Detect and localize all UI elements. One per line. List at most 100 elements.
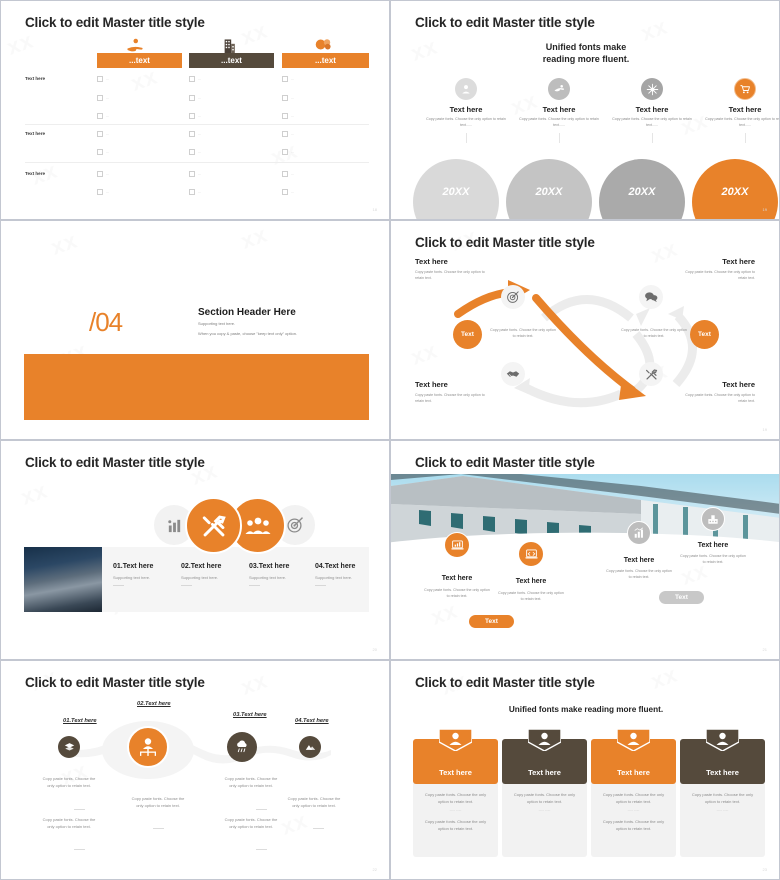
timeline-item-3[interactable]: Text here Copy paste fonts. Choose the o… xyxy=(606,78,698,143)
row-divider xyxy=(25,124,369,125)
content-cell-4[interactable]: 04.Text here Supporting text here. xyxy=(315,563,382,586)
page-title: Click to edit Master title style xyxy=(25,455,205,470)
content-cell-1[interactable]: 01.Text here Supporting text here. xyxy=(113,563,180,586)
checkbox[interactable] xyxy=(189,131,195,137)
tools-icon xyxy=(639,362,663,386)
checkbox[interactable] xyxy=(97,189,103,195)
person-icon xyxy=(438,728,473,752)
checkbox[interactable] xyxy=(97,76,103,82)
card-2-body-1: Copy paste fonts. Choose the only option… xyxy=(513,792,576,804)
person-icon xyxy=(616,728,651,752)
item-heading: Text here xyxy=(635,105,669,114)
pill-button-gray[interactable]: Text xyxy=(659,591,704,604)
bar-chart-icon xyxy=(627,521,651,545)
item-body: Copy paste fonts. Choose the only option… xyxy=(519,117,599,127)
cell-text: ... xyxy=(291,131,295,136)
checkbox[interactable] xyxy=(282,149,288,155)
cell-text: ... xyxy=(198,189,202,194)
checkbox[interactable] xyxy=(189,95,195,101)
column-header-1[interactable]: ...text xyxy=(97,53,182,68)
node-divider xyxy=(74,809,85,810)
slide-thumbnail-building-photo[interactable]: xxxx xx Click to edit Master title style xyxy=(390,440,780,660)
layers-icon xyxy=(58,736,80,758)
slide-thumbnail-checklist-table[interactable]: xxxx xxxx xx Click to edit Master title … xyxy=(0,0,390,220)
slide-thumbnail-chain[interactable]: xx xx xx xx Click to edit Master title sty… xyxy=(0,660,390,880)
year-arc-1[interactable]: 20XX xyxy=(413,159,499,219)
timeline-item-4[interactable]: Text here Copy paste fonts. Choose the o… xyxy=(699,78,779,143)
checkbox[interactable] xyxy=(189,189,195,195)
text-bubble-right[interactable]: Text xyxy=(690,320,719,349)
timeline-item-2[interactable]: Text here Copy paste fonts. Choose the o… xyxy=(513,78,605,143)
node-heading-4: 04.Text here xyxy=(295,718,329,724)
checkbox[interactable] xyxy=(282,76,288,82)
year-label: 20XX xyxy=(628,186,656,198)
middle-body-2: Copy paste fonts. Choose the only option… xyxy=(621,328,687,339)
slide-thumbnail-cards[interactable]: xxxx xxxx Click to edit Master title sty… xyxy=(390,660,780,880)
slide-thumbnail-four-items[interactable]: xxxx xxxx Click to edit Master title sty… xyxy=(0,440,390,660)
node-body-4a: Copy paste fonts. Choose the only option… xyxy=(287,796,341,808)
slide-thumbnail-section-header[interactable]: xxxx xxxx /04 Section Header Here Suppor… xyxy=(0,220,390,440)
slide-thumbnail-timeline-arcs[interactable]: xx xx xx xx Click to edit Master title sty… xyxy=(390,0,780,220)
cell-text: ... xyxy=(106,113,110,118)
checkbox[interactable] xyxy=(189,171,195,177)
column-header-2[interactable]: ...text xyxy=(189,53,274,68)
node-heading-2: 02.Text here xyxy=(137,701,171,707)
checkbox[interactable] xyxy=(282,95,288,101)
checkbox[interactable] xyxy=(97,131,103,137)
row-label-1: Text here xyxy=(25,76,46,81)
page-number: 19 xyxy=(762,427,767,432)
checkbox[interactable] xyxy=(189,149,195,155)
card-4-body-1: Copy paste fonts. Choose the only option… xyxy=(691,792,754,804)
checkbox[interactable] xyxy=(282,189,288,195)
cell-text: ... xyxy=(198,149,202,154)
laptop-code-icon xyxy=(518,541,544,567)
node-divider xyxy=(74,849,85,850)
text-bubble-left[interactable]: Text xyxy=(453,320,482,349)
timeline-item-1[interactable]: Text here Copy paste fonts. Choose the o… xyxy=(420,78,512,143)
building-icon xyxy=(212,38,246,54)
checkbox[interactable] xyxy=(282,171,288,177)
cell-text: ... xyxy=(291,113,295,118)
checkbox[interactable] xyxy=(189,113,195,119)
person-icon xyxy=(527,728,562,752)
year-label: 20XX xyxy=(535,186,563,198)
corner-body-2: Copy paste fonts. Choose the only option… xyxy=(685,270,755,281)
card-heading: Text here xyxy=(706,768,739,777)
connector-line xyxy=(651,132,653,143)
cell-text: ... xyxy=(106,95,110,100)
cell-text: ... xyxy=(291,95,295,100)
year-arc-3[interactable]: 20XX xyxy=(599,159,685,219)
slide-thumbnail-cycle-arrows[interactable]: xxxx xxxx Click to edit Master title sty… xyxy=(390,220,780,440)
content-cell-2[interactable]: 02.Text here Supporting text here. xyxy=(181,563,248,586)
checkbox[interactable] xyxy=(97,113,103,119)
page-title: Click to edit Master title style xyxy=(415,675,595,690)
cell-text: ... xyxy=(198,95,202,100)
section-support-2: When you copy & paste, choose "keep text… xyxy=(198,331,298,336)
column-header-3[interactable]: ...text xyxy=(282,53,369,68)
coins-icon xyxy=(306,38,340,54)
node-body-1a: Copy paste fonts. Choose the only option… xyxy=(42,776,96,788)
row-label-3: Text here xyxy=(25,171,46,176)
year-arc-2[interactable]: 20XX xyxy=(506,159,592,219)
cell-heading: 01.Text here xyxy=(113,563,154,570)
checkbox[interactable] xyxy=(189,76,195,82)
checkbox[interactable] xyxy=(282,131,288,137)
column-header-3-label: ...text xyxy=(315,56,336,65)
page-number: 20 xyxy=(372,647,377,652)
node-heading-1: 01.Text here xyxy=(63,718,97,724)
cell-text: ... xyxy=(106,171,110,176)
middle-body-1: Copy paste fonts. Choose the only option… xyxy=(490,328,556,339)
speech-bubbles-icon xyxy=(639,285,663,309)
node-divider xyxy=(153,828,164,829)
accent-band xyxy=(24,354,369,420)
checkbox[interactable] xyxy=(282,113,288,119)
checkbox[interactable] xyxy=(97,149,103,155)
column-header-1-label: ...text xyxy=(129,56,150,65)
checkbox[interactable] xyxy=(97,95,103,101)
checkbox[interactable] xyxy=(97,171,103,177)
corner-heading-1: Text here xyxy=(415,257,448,266)
cell-text: ... xyxy=(198,171,202,176)
cell-body: Supporting text here. xyxy=(181,575,219,580)
pill-button-orange[interactable]: Text xyxy=(469,615,514,628)
content-cell-3[interactable]: 03.Text here Supporting text here. xyxy=(249,563,316,586)
